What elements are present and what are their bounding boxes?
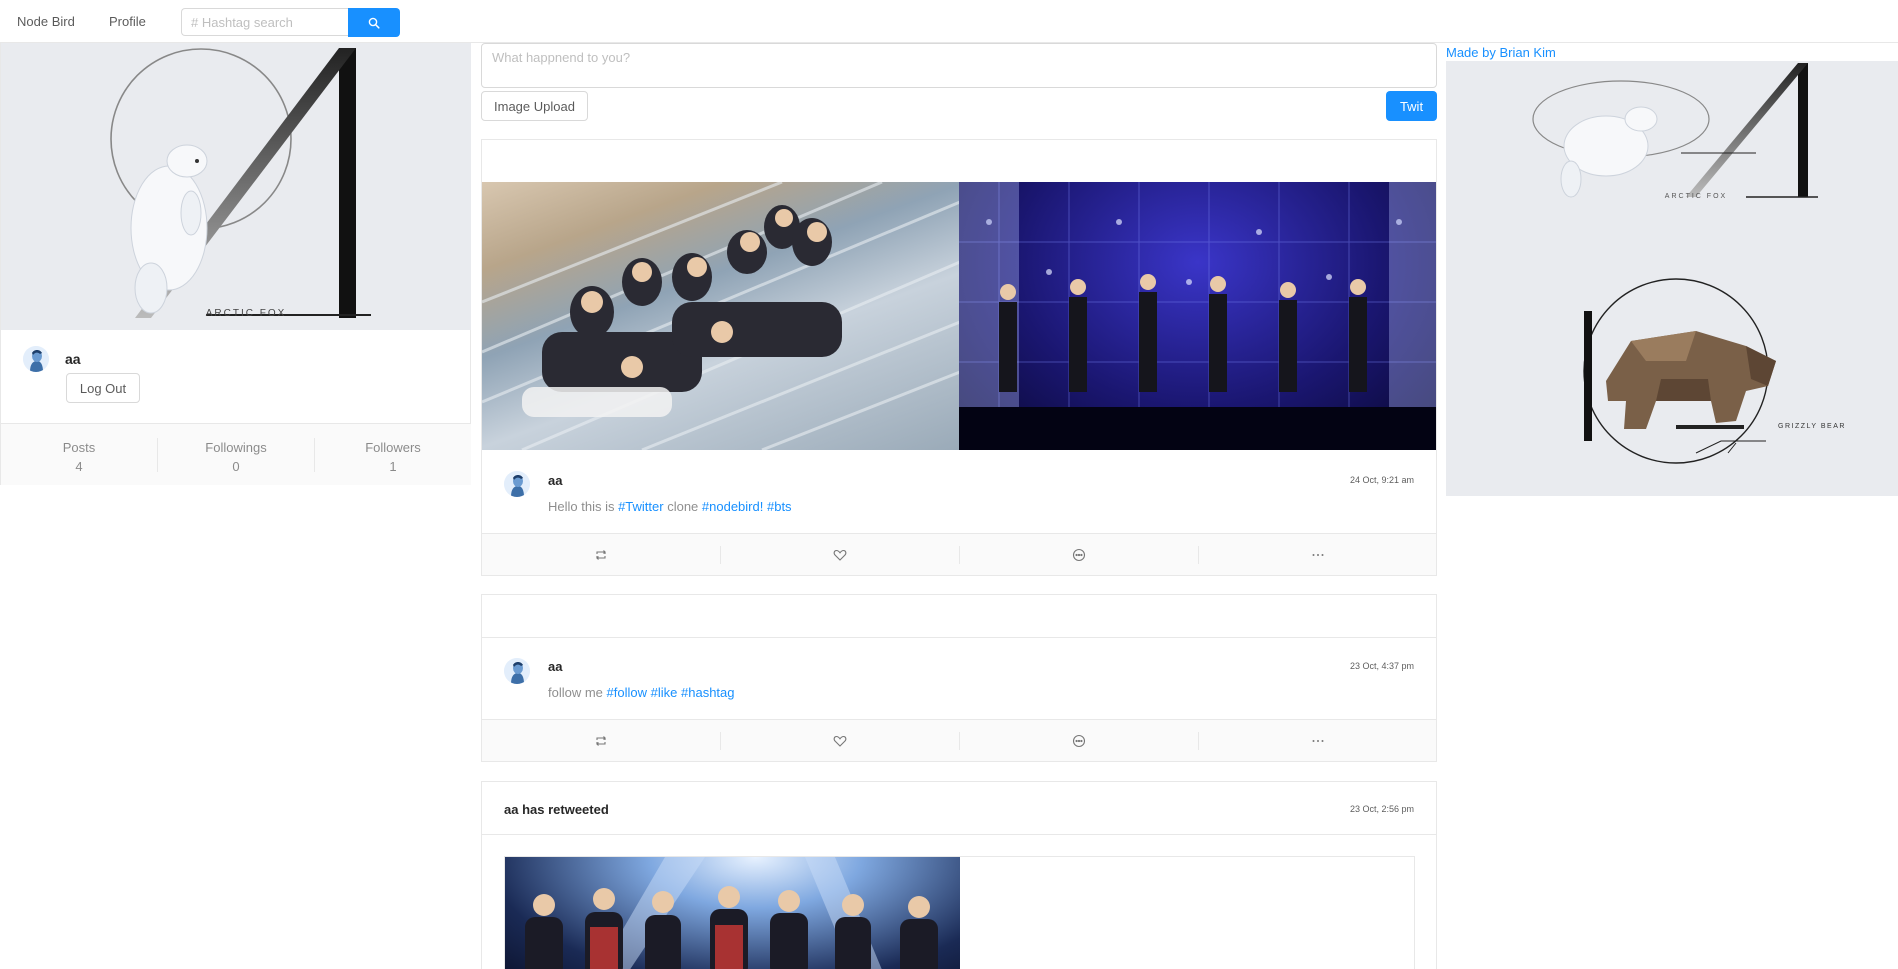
hashtag-link[interactable]: #bts	[767, 499, 792, 514]
log-out-button[interactable]: Log Out	[66, 373, 140, 403]
like-button[interactable]	[721, 534, 959, 575]
heart-icon	[833, 735, 847, 747]
retweet-label: aa has retweeted	[504, 802, 609, 817]
post-text: Hello this is	[548, 499, 619, 514]
stat-label: Posts	[62, 440, 96, 455]
comment-button[interactable]	[960, 534, 1198, 575]
post-image[interactable]	[482, 182, 960, 450]
retweet-card: aa has retweeted 23 Oct, 2:56 pm	[481, 781, 1437, 969]
hashtag-link[interactable]: #follow	[607, 685, 647, 700]
nav-profile-link[interactable]: Profile	[109, 14, 146, 29]
post-actions	[482, 533, 1436, 575]
sidebar-caption-bottom: GRIZZLY BEAR	[1778, 423, 1846, 430]
stat-value: 0	[232, 459, 240, 474]
post-username[interactable]: aa	[548, 659, 562, 674]
more-button[interactable]	[1199, 534, 1436, 575]
profile-cover-image: ARCTIC FOX	[1, 43, 471, 330]
ellipsis-icon	[1312, 554, 1324, 556]
post-date: 23 Oct, 2:56 pm	[1349, 804, 1414, 814]
post-card: aa 23 Oct, 4:37 pm follow me #follow #li…	[481, 594, 1437, 762]
avatar[interactable]	[23, 346, 49, 372]
stat-label: Followings	[205, 440, 267, 455]
stat-value: 4	[75, 459, 83, 474]
more-button[interactable]	[1199, 720, 1436, 761]
twit-submit-button[interactable]: Twit	[1386, 91, 1437, 121]
post-text: clone	[663, 499, 702, 514]
message-icon	[1072, 548, 1086, 562]
hashtag-link[interactable]: #nodebird!	[702, 499, 763, 514]
search-button[interactable]	[348, 8, 400, 37]
post-actions	[482, 719, 1436, 761]
post-compose-textarea[interactable]	[481, 43, 1437, 88]
hashtag-link[interactable]: #hashtag	[681, 685, 735, 700]
stat-followers[interactable]: Followers 1	[315, 424, 471, 486]
retweet-icon	[596, 736, 606, 746]
post-card-head: aa has retweeted 23 Oct, 2:56 pm	[482, 782, 1436, 835]
top-navigation: Node Bird Profile	[0, 0, 1898, 43]
hashtag-search-input[interactable]	[181, 8, 349, 36]
post-image[interactable]	[959, 182, 1436, 450]
sidebar-illustration: ARCTIC FOX GRIZZLY BEAR	[1446, 61, 1898, 496]
retweet-icon	[596, 550, 606, 560]
image-upload-button[interactable]: Image Upload	[481, 91, 588, 121]
profile-username: aa	[65, 351, 81, 367]
post-content: Hello this is #Twitter clone #nodebird! …	[548, 499, 792, 514]
retweet-button[interactable]	[482, 534, 720, 575]
hashtag-link[interactable]: #Twitter	[618, 499, 664, 514]
post-username[interactable]: aa	[548, 473, 562, 488]
avatar[interactable]	[504, 471, 530, 497]
post-image[interactable]	[505, 857, 960, 969]
stat-posts[interactable]: Posts 4	[1, 424, 157, 486]
heart-icon	[833, 549, 847, 561]
post-card: aa 24 Oct, 9:21 am Hello this is #Twitte…	[481, 139, 1437, 576]
profile-stats: Posts 4 Followings 0 Followers 1	[1, 423, 471, 485]
author-credit-link[interactable]: Made by Brian Kim	[1446, 45, 1556, 60]
hashtag-link[interactable]: #like	[651, 685, 678, 700]
message-icon	[1072, 734, 1086, 748]
post-card-head	[482, 595, 1436, 638]
profile-card: ARCTIC FOX aa Log Out Posts 4 Followings…	[0, 43, 471, 485]
nav-home-link[interactable]: Node Bird	[17, 14, 75, 29]
sidebar-caption-top: ARCTIC FOX	[1665, 193, 1727, 200]
stat-value: 1	[389, 459, 397, 474]
avatar[interactable]	[504, 658, 530, 684]
stat-label: Followers	[365, 440, 421, 455]
comment-button[interactable]	[960, 720, 1198, 761]
cover-caption: ARCTIC FOX	[206, 308, 287, 319]
post-content: follow me #follow #like #hashtag	[548, 685, 735, 700]
post-text: follow me	[548, 685, 607, 700]
post-date: 23 Oct, 4:37 pm	[1349, 661, 1414, 671]
retweeted-post	[504, 856, 1415, 969]
retweet-button[interactable]	[482, 720, 720, 761]
stat-followings[interactable]: Followings 0	[158, 424, 314, 486]
ellipsis-icon	[1312, 740, 1324, 742]
search-icon	[368, 17, 380, 29]
like-button[interactable]	[721, 720, 959, 761]
post-card-head	[482, 140, 1436, 183]
post-date: 24 Oct, 9:21 am	[1349, 475, 1414, 485]
